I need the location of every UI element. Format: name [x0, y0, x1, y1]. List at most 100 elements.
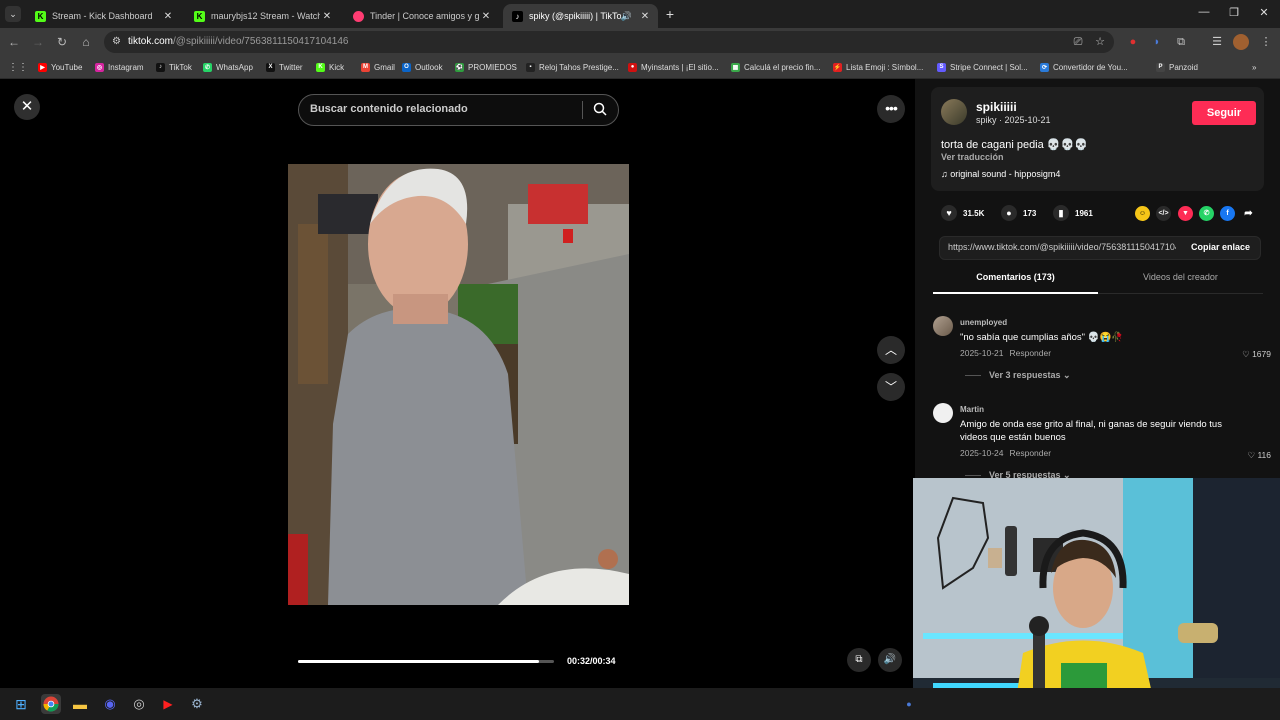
bookmark-calcul-el-precio-fin[interactable]: ▦ Calculá el precio fin...: [731, 60, 820, 74]
home-icon[interactable]: ⌂: [78, 34, 94, 50]
share-link-text[interactable]: https://www.tiktok.com/@spikiiiii/video/…: [948, 242, 1176, 252]
tab-kick-dashboard[interactable]: K Stream - Kick Dashboard ✕: [26, 4, 181, 28]
apps-grid-icon[interactable]: ⋮⋮: [8, 60, 28, 74]
like-button[interactable]: ♥ 31.5K: [941, 205, 984, 221]
comment-like-button[interactable]: ♡ 1679: [1242, 349, 1271, 360]
whatsapp-share-icon[interactable]: ✆: [1199, 206, 1214, 221]
url-field[interactable]: ⚙ tiktok.com/@spikiiiii/video/7563811150…: [104, 31, 1114, 53]
commenter-name[interactable]: Martin: [960, 405, 984, 414]
minimize-icon[interactable]: —: [1194, 6, 1214, 18]
previous-video-button[interactable]: ︿: [877, 336, 905, 364]
profile-avatar-icon[interactable]: [1233, 34, 1249, 50]
facebook-share-icon[interactable]: f: [1220, 206, 1235, 221]
tab-close-icon[interactable]: ✕: [479, 11, 493, 22]
reading-list-icon[interactable]: ☰: [1209, 34, 1225, 50]
tab-close-icon[interactable]: ✕: [161, 11, 175, 22]
bookmark-outlook[interactable]: O Outlook: [402, 60, 443, 74]
embed-icon[interactable]: </>: [1156, 206, 1171, 221]
bookmarks-bar: ⋮⋮ ▶ YouTube ◎ Instagram ♪ TikTok ✆ WhatsApp X Tw…: [0, 56, 1280, 79]
bookmark-instagram[interactable]: ◎ Instagram: [95, 60, 144, 74]
repost-icon[interactable]: ▼: [1178, 206, 1193, 221]
tab-tinder[interactable]: Tinder | Conoce amigos y gente ✕: [344, 4, 499, 28]
chrome-icon[interactable]: [41, 694, 61, 714]
bookmark-lista-emoji-s-mbol[interactable]: ⚡ Lista Emoji : Símbol...: [833, 60, 923, 74]
comment-button[interactable]: ● 173: [1001, 205, 1036, 221]
copy-link-button[interactable]: Copiar enlace: [1191, 242, 1250, 252]
tray-app-icon[interactable]: ●: [899, 694, 919, 714]
bookmark-youtube[interactable]: ▶ YouTube: [38, 60, 82, 74]
youtube-app-icon[interactable]: ▶: [158, 694, 178, 714]
tab-kick-stream[interactable]: K maurybjs12 Stream - Watch Live ✕: [185, 4, 340, 28]
author-username[interactable]: spikiiiii: [976, 100, 1017, 114]
heart-icon: ♥: [941, 205, 957, 221]
obs-icon[interactable]: ◎: [129, 694, 149, 714]
sound-link[interactable]: ♫ original sound - hipposigm4: [941, 169, 1060, 179]
share-arrow-icon[interactable]: ➦: [1241, 206, 1256, 221]
commenter-avatar[interactable]: [933, 316, 953, 336]
bookmark-reloj-tahos-prestige[interactable]: ▪ Reloj Tahos Prestige...: [526, 60, 619, 74]
related-search-input[interactable]: Buscar contenido relacionado: [298, 94, 619, 126]
bookmark-myinstants-el-sitio[interactable]: ● Myinstants | ¡El sitio...: [628, 60, 719, 74]
new-tab-button[interactable]: +: [662, 6, 678, 22]
author-avatar[interactable]: [941, 99, 967, 125]
view-replies-button[interactable]: Ver 3 respuestas ⌄: [965, 370, 1071, 381]
file-explorer-icon[interactable]: ▬: [70, 694, 90, 714]
commenter-name[interactable]: unemployed: [960, 318, 1007, 327]
reply-button[interactable]: Responder: [1009, 448, 1051, 458]
more-options-button[interactable]: •••: [877, 95, 905, 123]
video-frame[interactable]: [288, 164, 629, 605]
bookmark-stripe-connect-sol[interactable]: S Stripe Connect | Sol...: [937, 60, 1028, 74]
save-button[interactable]: ▮ 1961: [1053, 205, 1093, 221]
extension-red-icon[interactable]: ●: [1125, 34, 1141, 50]
speaker-icon[interactable]: 🔊: [621, 11, 632, 22]
discord-icon[interactable]: ◉: [100, 694, 120, 714]
tab-close-icon[interactable]: ✕: [638, 11, 652, 22]
bookmark-label: Myinstants | ¡El sitio...: [641, 62, 719, 72]
comment-like-button[interactable]: ♡ 116: [1247, 450, 1271, 461]
reply-button[interactable]: Responder: [1009, 348, 1051, 358]
search-icon[interactable]: [593, 102, 607, 116]
install-app-icon[interactable]: ⎚: [1070, 34, 1086, 50]
restore-icon[interactable]: ❐: [1224, 6, 1244, 19]
back-icon[interactable]: ←: [6, 34, 22, 50]
tab-creator-videos[interactable]: Videos del creador: [1098, 272, 1263, 282]
video-progress-bar[interactable]: [298, 660, 554, 663]
close-video-button[interactable]: ✕: [14, 94, 40, 120]
bookmark-favicon-icon: M: [361, 62, 370, 72]
bookmark-star-icon[interactable]: ☆: [1092, 34, 1108, 50]
bookmark-promiedos[interactable]: ⚽ PROMIEDOS: [455, 60, 517, 74]
window-close-icon[interactable]: ✕: [1254, 6, 1274, 19]
tab-tiktok[interactable]: ♪ spiky (@spikiiiii) | TikTok 🔊 ✕: [503, 4, 658, 28]
reload-icon[interactable]: ↻: [54, 34, 70, 50]
bookmark-panzoid[interactable]: P Panzoid: [1156, 60, 1198, 74]
bookmark-convertidor-de-you[interactable]: ⟳ Convertidor de You...: [1040, 60, 1128, 74]
commenter-avatar[interactable]: [933, 403, 953, 423]
bookmark-tiktok[interactable]: ♪ TikTok: [156, 60, 192, 74]
bookmark-label: Gmail: [374, 62, 395, 72]
volume-icon[interactable]: 🔊: [878, 648, 902, 672]
see-translation-link[interactable]: Ver traducción: [941, 152, 1004, 162]
bookmark-kick[interactable]: K Kick: [316, 60, 344, 74]
bookmark-whatsapp[interactable]: ✆ WhatsApp: [203, 60, 253, 74]
follow-button[interactable]: Seguir: [1192, 101, 1256, 125]
browser-menu-icon[interactable]: ⋮: [1258, 34, 1274, 50]
comment-text: Amigo de onda ese grito al final, ni gan…: [960, 419, 1222, 443]
tab-close-icon[interactable]: ✕: [320, 11, 334, 22]
extensions-puzzle-icon[interactable]: ⧉: [1173, 34, 1189, 50]
engagement-row: ♥ 31.5K ● 173 ▮ 1961 ☺ </> ▼ ✆ f ➦: [941, 205, 1261, 223]
floating-player-icon[interactable]: ⧉: [847, 648, 871, 672]
forward-icon[interactable]: →: [30, 34, 46, 50]
emoji-share-icon[interactable]: ☺: [1135, 206, 1150, 221]
steam-icon[interactable]: ⚙: [187, 694, 207, 714]
tab-search-chevron-icon[interactable]: ⌄: [5, 6, 21, 22]
extension-blue-icon[interactable]: ◗: [1149, 34, 1165, 50]
site-info-icon[interactable]: ⚙: [112, 36, 121, 47]
video-timecode: 00:32/00:34: [567, 656, 616, 666]
bookmark-twitter[interactable]: X Twitter: [266, 60, 303, 74]
next-video-button[interactable]: ﹀: [877, 373, 905, 401]
more-bookmarks-icon[interactable]: »: [1252, 60, 1256, 74]
tab-comments[interactable]: Comentarios (173): [933, 272, 1098, 282]
windows-start-icon[interactable]: ⊞: [11, 694, 31, 714]
comment-item: unemployed "no sabía que cumplias años" …: [933, 316, 1273, 386]
bookmark-gmail[interactable]: M Gmail: [361, 60, 395, 74]
